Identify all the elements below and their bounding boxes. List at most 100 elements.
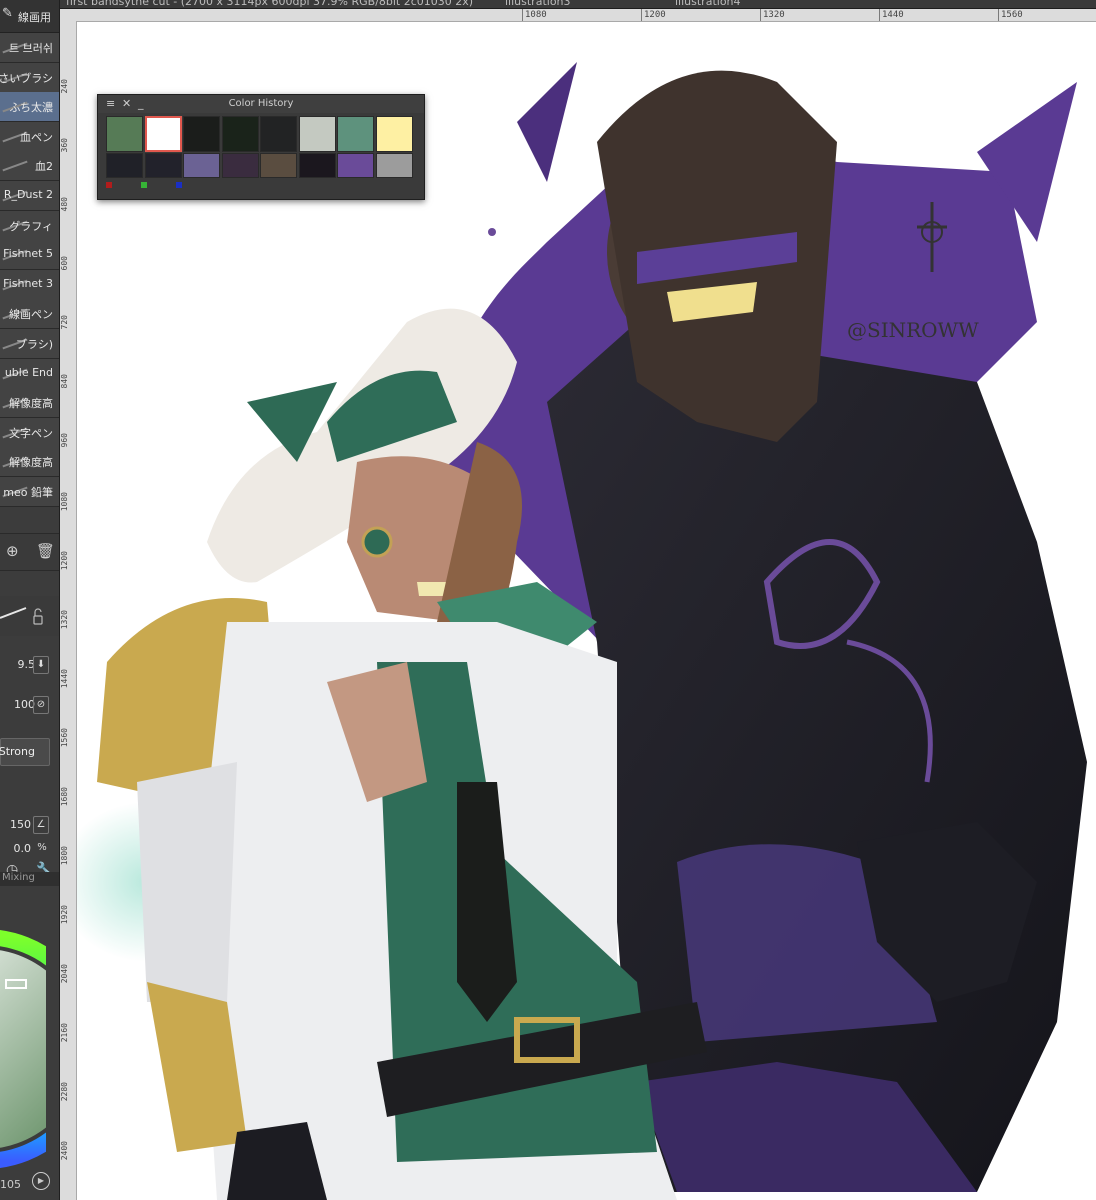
tab-document-3[interactable]: illustration4 <box>675 0 741 8</box>
strength-select[interactable]: Strong <box>0 738 50 766</box>
color-swatch[interactable] <box>298 153 336 178</box>
brush-item[interactable]: さいブラシ <box>0 62 59 93</box>
ruler-tick-label: 1080 <box>522 9 547 21</box>
vertical-ruler: 240 360 480 600 720 840 960 1080 1200 1320 1440 156… <box>60 21 77 1200</box>
brush-item[interactable]: uble End <box>0 358 59 389</box>
ruler-tick-label: 1560 <box>998 9 1023 21</box>
ruler-tick-label: 240 <box>60 79 69 94</box>
play-icon[interactable]: ▶ <box>32 1172 50 1190</box>
tab-document-2[interactable]: illustration3 <box>505 0 571 8</box>
brush-item-label: uble End <box>4 365 53 379</box>
color-swatch[interactable] <box>221 116 259 152</box>
brush-item[interactable]: Fishnet 5 <box>0 240 59 271</box>
brush-group-title: 線画用 <box>18 11 51 24</box>
ruler-tick-label: 1560 <box>60 728 69 748</box>
brush-item-label: 血ペン <box>20 130 53 144</box>
ruler-tick-label: 840 <box>60 374 69 389</box>
color-swatch[interactable] <box>337 116 374 152</box>
channel-indicator <box>176 182 182 188</box>
opacity-icon[interactable]: ⊘ <box>33 696 49 714</box>
brush-item-label: Fishnet 5 <box>3 247 53 261</box>
ruler-tick-label: 360 <box>60 138 69 153</box>
document-tabbar: first bandsythe cut - (2700 x 3114px 600… <box>60 0 1096 9</box>
color-swatch[interactable] <box>144 116 182 152</box>
opacity-row[interactable]: 100 ⊘ <box>0 688 59 724</box>
ruler-tick-label: 1920 <box>60 905 69 925</box>
brush-item[interactable]: 트 브러쉬 <box>0 33 59 63</box>
brush-item[interactable]: グラフィ <box>0 210 59 241</box>
ruler-tick-label: 480 <box>60 197 69 212</box>
ruler-tick-label: 1800 <box>60 846 69 866</box>
brush-item[interactable]: R_Dust 2 <box>0 181 59 211</box>
ruler-tick-label: 1320 <box>760 9 785 21</box>
brush-item[interactable]: ふち太濃 <box>0 92 59 123</box>
tab-mixing-label: Mixing <box>2 872 35 883</box>
color-swatch[interactable] <box>337 153 374 178</box>
strength-label: Strong <box>0 745 35 758</box>
pen-icon[interactable]: ✎ <box>2 6 16 21</box>
zoom-value: 105 <box>0 1178 21 1191</box>
brush-panel: ✎ 線画用 트 브러쉬 さいブラシふち太濃血ペン血2 R_Dust 2 グラフィ Fis… <box>0 0 60 1200</box>
channel-indicator <box>141 182 147 188</box>
brush-item[interactable]: 解像度高 <box>0 447 59 478</box>
color-swatch[interactable] <box>106 116 143 152</box>
ruler-tick-label: 1440 <box>879 9 904 21</box>
brush-item-label: ブラシ) <box>15 338 53 351</box>
color-swatch[interactable] <box>221 153 259 178</box>
color-swatch[interactable] <box>106 153 143 178</box>
ruler-tick-label: 600 <box>60 256 69 271</box>
brush-item-label: グラフィ <box>9 219 53 233</box>
ruler-tick-label: 1080 <box>60 492 69 512</box>
brush-item[interactable]: Fishnet 3 <box>0 269 59 300</box>
color-history-header: ≡ ✕ _ Color History <box>98 95 424 113</box>
ruler-tick-label: 1200 <box>641 9 666 21</box>
ruler-tick-label: 960 <box>60 433 69 448</box>
color-swatch[interactable] <box>183 116 220 152</box>
brush-item-label: 血2 <box>35 160 53 174</box>
brush-item-label: 解像度高 <box>9 456 53 470</box>
color-swatch[interactable] <box>298 116 336 152</box>
brush-stroke-preview <box>2 161 28 172</box>
brush-item[interactable]: ブラシ) <box>0 329 59 359</box>
ruler-tick-label: 1200 <box>60 551 69 571</box>
stabilization-value: 150 <box>10 818 31 831</box>
watermark-text: @SINROWW <box>847 318 979 342</box>
brush-panel-header: ✎ 線画用 <box>0 0 59 33</box>
ruler-tick-label: 2160 <box>60 1023 69 1043</box>
ruler-tick-label: 2280 <box>60 1082 69 1102</box>
brush-panel-actions: ⊕ 🗑 <box>0 533 59 571</box>
brush-item[interactable]: 血ペン <box>0 121 59 152</box>
brush-item-label: 트 브러쉬 <box>9 42 53 55</box>
tab-mixing[interactable]: Mixing <box>0 872 59 886</box>
brush-item-label: meo 鉛筆 <box>3 486 53 499</box>
brush-item[interactable]: meo 鉛筆 <box>0 477 59 507</box>
trash-icon[interactable]: 🗑 <box>36 542 55 560</box>
ruler-tick-label: 1680 <box>60 787 69 807</box>
brush-item[interactable]: 解像度高 <box>0 388 59 419</box>
settings-row: ◷ 🔧 <box>0 832 59 878</box>
color-history-title: Color History <box>228 98 294 109</box>
opacity-value: 100 <box>14 698 35 711</box>
brush-size-row[interactable]: 9.5 ⬇ <box>0 648 59 684</box>
duplicate-icon[interactable]: ⊕ <box>6 542 19 560</box>
ruler-tick-label: 2400 <box>60 1141 69 1161</box>
color-swatch[interactable] <box>375 116 413 152</box>
brush-item-label: ふち太濃 <box>9 101 53 115</box>
color-swatch[interactable] <box>183 153 220 178</box>
color-swatch[interactable] <box>144 153 182 178</box>
color-wheel[interactable] <box>0 924 46 1174</box>
color-swatch[interactable] <box>260 116 297 152</box>
brush-item[interactable]: 血2 <box>0 151 59 182</box>
tab-document-1[interactable]: first bandsythe cut - (2700 x 3114px 600… <box>66 0 473 8</box>
channel-indicator <box>106 182 112 188</box>
brush-item[interactable]: 線画ペン <box>0 299 59 330</box>
color-swatch[interactable] <box>260 153 297 178</box>
download-icon[interactable]: ⬇ <box>33 656 49 674</box>
brush-item-label: 線画ペン <box>9 308 53 322</box>
brush-item-label: さいブラシ <box>0 71 53 85</box>
ruler-tick-label: 2040 <box>60 964 69 984</box>
color-history-panel: ≡ ✕ _ Color History <box>97 94 425 200</box>
color-swatch[interactable] <box>375 153 413 178</box>
brush-item-label: R_Dust 2 <box>3 188 53 201</box>
brush-item[interactable]: 文字ペン <box>0 417 59 448</box>
